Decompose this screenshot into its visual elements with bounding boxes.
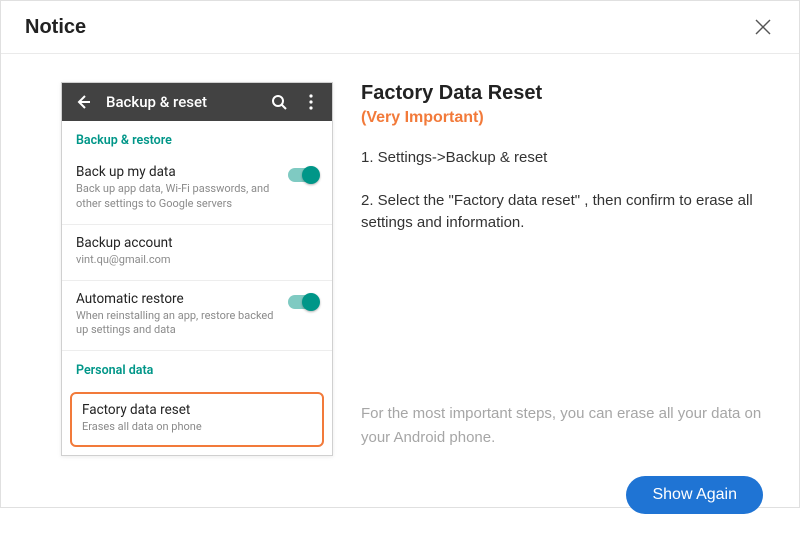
row-sub: Erases all data on phone bbox=[82, 420, 312, 435]
row-factory-reset-highlight: Factory data reset Erases all data on ph… bbox=[70, 392, 324, 447]
row-backup-data: Back up my data Back up app data, Wi-Fi … bbox=[62, 154, 332, 225]
row-auto-restore: Automatic restore When reinstalling an a… bbox=[62, 281, 332, 352]
section-personal-data: Personal data bbox=[62, 351, 332, 384]
step-1: 1. Settings->Backup & reset bbox=[361, 147, 763, 170]
info-heading: Factory Data Reset bbox=[361, 82, 763, 105]
dialog-actions: Show Again bbox=[1, 476, 799, 544]
phone-screenshot: Backup & reset Backup & restore Back up … bbox=[61, 82, 333, 456]
dialog-title: Notice bbox=[25, 16, 86, 39]
back-icon bbox=[74, 93, 92, 111]
close-icon bbox=[754, 18, 772, 36]
row-title: Backup account bbox=[76, 235, 318, 251]
row-sub: Back up app data, Wi-Fi passwords, and o… bbox=[76, 182, 278, 212]
row-title: Automatic restore bbox=[76, 291, 278, 307]
dialog-body: Backup & reset Backup & restore Back up … bbox=[1, 54, 799, 476]
row-title: Factory data reset bbox=[82, 402, 312, 418]
show-again-button[interactable]: Show Again bbox=[626, 476, 763, 514]
row-sub: vint.qu@gmail.com bbox=[76, 253, 318, 268]
close-button[interactable] bbox=[751, 15, 775, 39]
appbar-title: Backup & reset bbox=[106, 93, 256, 111]
footnote: For the most important steps, you can er… bbox=[361, 402, 763, 456]
info-subheading: (Very Important) bbox=[361, 109, 763, 127]
row-sub: When reinstalling an app, restore backed… bbox=[76, 309, 278, 339]
row-backup-account: Backup account vint.qu@gmail.com bbox=[62, 225, 332, 281]
dialog-header: Notice bbox=[1, 1, 799, 54]
toggle-on-icon bbox=[288, 295, 318, 309]
notice-dialog: Notice Backup & reset Backup & re bbox=[0, 0, 800, 508]
row-title: Back up my data bbox=[76, 164, 278, 180]
step-2: 2. Select the "Factory data reset" , the… bbox=[361, 190, 763, 235]
info-panel: Factory Data Reset (Very Important) 1. S… bbox=[361, 82, 763, 456]
search-icon bbox=[270, 93, 288, 111]
toggle-on-icon bbox=[288, 168, 318, 182]
appbar: Backup & reset bbox=[62, 83, 332, 121]
more-icon bbox=[302, 93, 320, 111]
section-backup-restore: Backup & restore bbox=[62, 121, 332, 154]
